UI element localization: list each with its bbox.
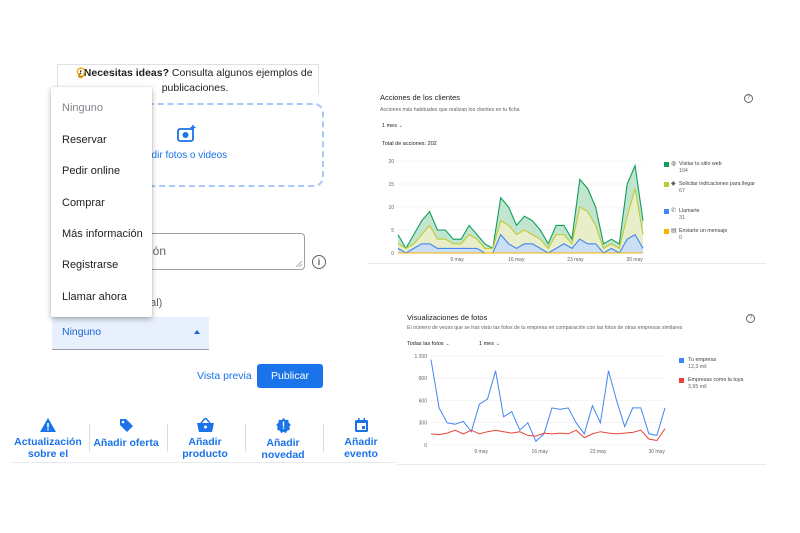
legend-value: 104 bbox=[679, 167, 688, 174]
chart2-filter2: 1 mes bbox=[479, 341, 494, 347]
chart2-filter1: Todas las fotos bbox=[407, 341, 444, 347]
menu-item-ninguno[interactable]: Ninguno bbox=[62, 102, 103, 114]
tip-bold: ¿Necesitas ideas? bbox=[77, 67, 170, 79]
y-tick-label: 20 bbox=[388, 159, 394, 165]
x-tick-label: 9 may bbox=[474, 449, 488, 455]
help-icon[interactable]: ? bbox=[744, 94, 753, 103]
menu-item-comprar[interactable]: Comprar bbox=[62, 197, 105, 209]
action-update-line1: Actualización bbox=[14, 436, 82, 448]
action-product[interactable]: Añadir producto bbox=[167, 418, 243, 460]
x-tick-label: 16 may bbox=[531, 449, 548, 455]
lightbulb-icon bbox=[76, 67, 86, 85]
tag-icon bbox=[119, 419, 133, 432]
chart1-total: Total de acciones: 202 bbox=[382, 141, 437, 147]
chart1-period-select[interactable]: 1 mes ⌄ bbox=[382, 123, 403, 129]
chart1-period: 1 mes bbox=[382, 123, 397, 129]
chart2-filter-photos[interactable]: Todas las fotos ⌄ bbox=[407, 341, 450, 347]
calendar-icon bbox=[354, 418, 368, 432]
publish-button[interactable]: Publicar bbox=[257, 364, 323, 388]
button-type-select[interactable]: Ninguno bbox=[52, 317, 209, 350]
chart2-filter-period[interactable]: 1 mes ⌄ bbox=[479, 341, 500, 347]
legend-label: Solicitar indicaciones para llegar bbox=[679, 181, 755, 187]
action-update[interactable]: Actualización sobre el bbox=[10, 418, 86, 460]
action-update-line2: sobre el bbox=[27, 448, 69, 460]
action-product-line2: producto bbox=[182, 448, 228, 460]
globe-icon: ◍ bbox=[671, 161, 677, 167]
x-tick-label: 9 may bbox=[450, 257, 464, 263]
x-tick-label: 30 may bbox=[648, 449, 665, 455]
legend-swatch bbox=[664, 209, 669, 214]
legend-swatch bbox=[664, 182, 669, 187]
message-icon: ▤ bbox=[671, 228, 677, 234]
help-icon[interactable]: ? bbox=[746, 314, 755, 323]
legend-swatch bbox=[679, 358, 684, 363]
x-tick-label: 30 may bbox=[626, 257, 643, 263]
legend-value: 0 bbox=[679, 234, 682, 241]
chevron-down-icon: ⌄ bbox=[495, 341, 501, 347]
directions-icon: ◆ bbox=[671, 181, 676, 187]
legend-value: 12,3 mil bbox=[688, 363, 707, 370]
menu-item-llamar-ahora[interactable]: Llamar ahora bbox=[62, 291, 127, 303]
menu-item-pedir-online[interactable]: Pedir online bbox=[62, 165, 120, 177]
caret-up-icon bbox=[194, 330, 200, 334]
y-tick-label: 5 bbox=[391, 228, 394, 234]
y-tick-label: 300 bbox=[419, 421, 428, 427]
chart1-plot: 0 5 10 15 20 9 may 16 may 23 may 30 may bbox=[388, 159, 644, 263]
y-tick-label: 1 200 bbox=[414, 354, 427, 360]
chevron-down-icon: ⌄ bbox=[398, 123, 404, 129]
photo-views-card: Visualizaciones de fotos El número de ve… bbox=[397, 307, 766, 465]
preview-button[interactable]: Vista previa bbox=[197, 370, 252, 382]
legend-value: 31 bbox=[679, 214, 685, 221]
y-tick-label: 0 bbox=[391, 251, 394, 257]
tip-link[interactable]: publicaciones. bbox=[162, 82, 229, 94]
x-tick-label: 23 may bbox=[567, 257, 584, 263]
y-tick-label: 900 bbox=[419, 376, 428, 382]
chart1-title: Acciones de los clientes bbox=[380, 93, 461, 102]
tip-text: Consulta algunos ejemplos de bbox=[169, 67, 313, 79]
warning-icon bbox=[40, 418, 56, 432]
action-event-line2: evento bbox=[344, 448, 378, 460]
info-icon[interactable]: i bbox=[312, 255, 326, 269]
basket-icon bbox=[196, 418, 214, 432]
action-news-line1: Añadir bbox=[266, 437, 300, 449]
chevron-down-icon: ⌄ bbox=[445, 341, 450, 347]
y-tick-label: 0 bbox=[424, 443, 427, 449]
menu-item-reservar[interactable]: Reservar bbox=[62, 134, 107, 146]
legend-swatch bbox=[679, 378, 684, 383]
add-photo-icon bbox=[177, 125, 197, 148]
select-value: Ninguno bbox=[62, 326, 102, 338]
chart2-title: Visualizaciones de fotos bbox=[407, 313, 488, 322]
legend-swatch bbox=[664, 162, 669, 167]
action-news-line2: novedad bbox=[261, 449, 305, 461]
menu-item-registrarse[interactable]: Registrarse bbox=[62, 259, 118, 271]
legend-value: 3,95 mil bbox=[688, 383, 707, 390]
customer-actions-card: Acciones de los clientes Acciones más ha… bbox=[368, 83, 766, 264]
y-tick-label: 10 bbox=[388, 205, 394, 211]
action-offer-line1: Añadir oferta bbox=[93, 437, 159, 449]
action-news[interactable]: Añadir novedad bbox=[245, 418, 321, 461]
y-tick-label: 600 bbox=[419, 398, 428, 404]
action-offer[interactable]: Añadir oferta bbox=[88, 418, 164, 449]
divider bbox=[11, 462, 396, 463]
legend-swatch bbox=[664, 229, 669, 234]
phone-icon: ✆ bbox=[671, 208, 677, 214]
x-tick-label: 23 may bbox=[590, 449, 607, 455]
chart1-subtitle: Acciones más habituales que realizan los… bbox=[380, 107, 520, 113]
action-event-line1: Añadir bbox=[344, 436, 378, 448]
action-product-line1: Añadir bbox=[188, 436, 222, 448]
chart2-plot: 0 300 600 900 1 200 9 may 16 may 23 may 30 may bbox=[414, 354, 666, 455]
chart2-subtitle: El número de veces que se has visto las … bbox=[407, 325, 683, 331]
action-event[interactable]: Añadir evento bbox=[323, 418, 399, 460]
menu-item-mas-informacion[interactable]: Más información bbox=[62, 228, 143, 240]
y-tick-label: 15 bbox=[388, 182, 394, 188]
x-tick-label: 16 may bbox=[508, 257, 525, 263]
add-photos-label[interactable]: adir fotos o videos bbox=[146, 150, 227, 161]
series-line bbox=[430, 428, 666, 442]
resize-handle-icon[interactable] bbox=[296, 261, 302, 267]
legend-value: 67 bbox=[679, 187, 685, 194]
badge-icon bbox=[275, 418, 291, 433]
button-type-dropdown: Ninguno Reservar Pedir online Comprar Má… bbox=[51, 87, 152, 317]
